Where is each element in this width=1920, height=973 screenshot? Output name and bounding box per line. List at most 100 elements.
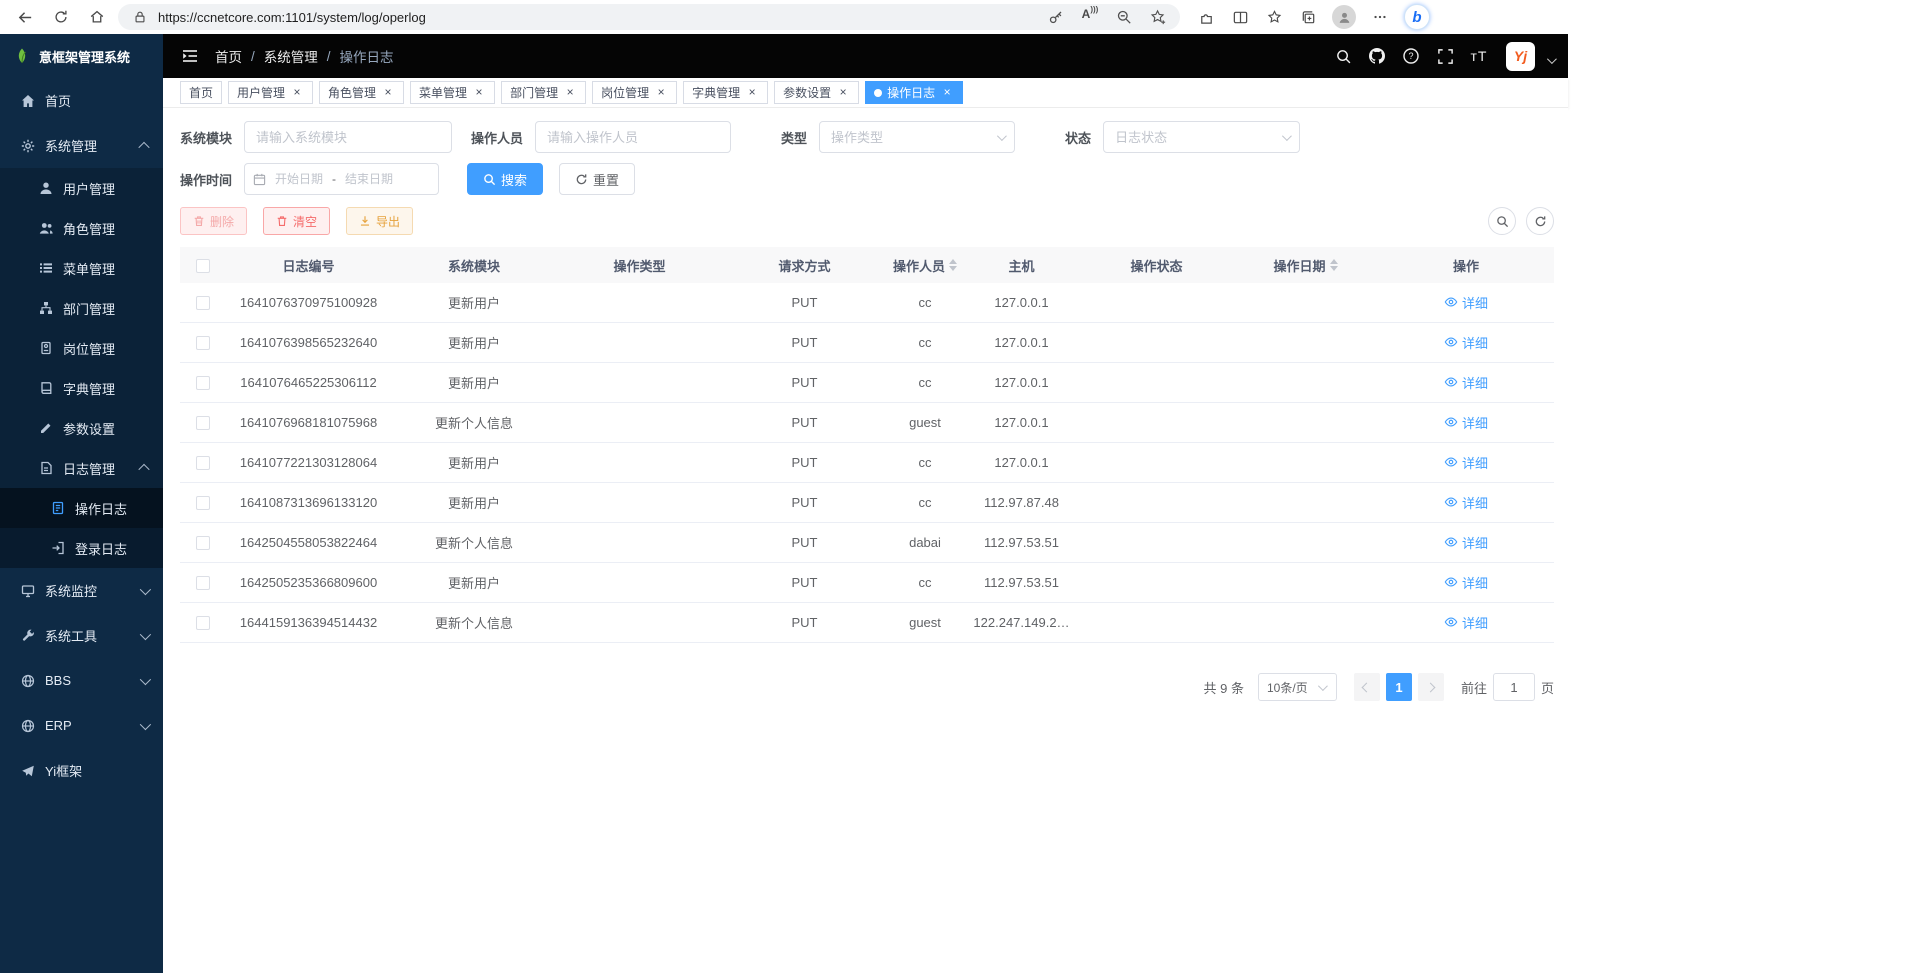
row-checkbox[interactable]	[196, 296, 210, 310]
tab-menu-mgmt[interactable]: 菜单管理×	[410, 81, 495, 104]
address-bar[interactable]: https://ccnetcore.com:1101/system/log/op…	[118, 4, 1180, 30]
sidebar-item-log-mgmt[interactable]: 日志管理	[0, 448, 163, 488]
clear-button[interactable]: 清空	[263, 207, 330, 235]
close-icon[interactable]: ×	[381, 86, 395, 100]
navbar-search-icon[interactable]	[1330, 43, 1356, 69]
row-checkbox[interactable]	[196, 416, 210, 430]
page-size-select[interactable]: 10条/页	[1258, 673, 1337, 701]
more-options-icon[interactable]	[1370, 7, 1390, 27]
avatar-caret-icon[interactable]	[1547, 54, 1557, 64]
sidebar-item-login-log[interactable]: 登录日志	[0, 528, 163, 568]
tab-dict-mgmt[interactable]: 字典管理×	[683, 81, 768, 104]
breadcrumb-system-mgmt[interactable]: 系统管理	[264, 46, 318, 66]
goto-page-input[interactable]	[1493, 673, 1535, 701]
sidebar-item-system-mgmt[interactable]: 系统管理	[0, 123, 163, 168]
collections-icon[interactable]	[1298, 7, 1318, 27]
detail-link[interactable]: 详细	[1444, 373, 1488, 392]
detail-link[interactable]: 详细	[1444, 333, 1488, 352]
bing-copilot-icon[interactable]: b	[1404, 4, 1430, 30]
row-checkbox[interactable]	[196, 336, 210, 350]
detail-link[interactable]: 详细	[1444, 453, 1488, 472]
row-checkbox[interactable]	[196, 456, 210, 470]
prev-page-button[interactable]	[1354, 673, 1380, 701]
close-icon[interactable]: ×	[836, 86, 850, 100]
fullscreen-icon[interactable]	[1432, 43, 1458, 69]
sidebar-item-param-settings[interactable]: 参数设置	[0, 408, 163, 448]
sort-icons[interactable]	[1330, 255, 1338, 275]
date-range-picker[interactable]: -	[244, 163, 439, 195]
detail-link[interactable]: 详细	[1444, 573, 1488, 592]
column-operator-sortable[interactable]: 操作人员	[893, 255, 957, 275]
row-checkbox[interactable]	[196, 496, 210, 510]
sidebar-item-home[interactable]: 首页	[0, 78, 163, 123]
sidebar-item-erp[interactable]: ERP	[0, 703, 163, 748]
page-number-button[interactable]: 1	[1386, 673, 1412, 701]
sidebar-item-post-mgmt[interactable]: 岗位管理	[0, 328, 163, 368]
sidebar-item-menu-mgmt[interactable]: 菜单管理	[0, 248, 163, 288]
tab-role-mgmt[interactable]: 角色管理×	[319, 81, 404, 104]
refresh-table-icon[interactable]	[1526, 207, 1554, 235]
sidebar-item-user-mgmt[interactable]: 用户管理	[0, 168, 163, 208]
tab-param-settings[interactable]: 参数设置×	[774, 81, 859, 104]
row-checkbox[interactable]	[196, 376, 210, 390]
reset-button[interactable]: 重置	[559, 163, 635, 195]
sidebar-item-role-mgmt[interactable]: 角色管理	[0, 208, 163, 248]
sidebar-item-system-tools[interactable]: 系统工具	[0, 613, 163, 658]
split-screen-icon[interactable]	[1230, 7, 1250, 27]
breadcrumb-home[interactable]: 首页	[215, 46, 242, 66]
sort-icons[interactable]	[949, 255, 957, 275]
detail-link[interactable]: 详细	[1444, 493, 1488, 512]
detail-link[interactable]: 详细	[1444, 533, 1488, 552]
detail-link[interactable]: 详细	[1444, 293, 1488, 312]
row-checkbox[interactable]	[196, 616, 210, 630]
extensions-icon[interactable]	[1196, 7, 1216, 27]
column-date-sortable[interactable]: 操作日期	[1273, 255, 1337, 275]
close-icon[interactable]: ×	[654, 86, 668, 100]
tab-post-mgmt[interactable]: 岗位管理×	[592, 81, 677, 104]
browser-profile-avatar[interactable]	[1332, 5, 1356, 29]
read-aloud-icon[interactable]: A)))	[1080, 7, 1100, 27]
next-page-button[interactable]	[1418, 673, 1444, 701]
sidebar-item-dept-mgmt[interactable]: 部门管理	[0, 288, 163, 328]
tab-home[interactable]: 首页	[180, 81, 222, 104]
avatar[interactable]: Yj	[1506, 42, 1535, 71]
tab-dept-mgmt[interactable]: 部门管理×	[501, 81, 586, 104]
sidebar-item-yi-framework[interactable]: Yi框架	[0, 748, 163, 793]
module-filter-input[interactable]	[244, 121, 452, 153]
refresh-icon[interactable]	[46, 4, 76, 30]
help-icon[interactable]: ?	[1398, 43, 1424, 69]
tab-operation-log[interactable]: 操作日志×	[865, 81, 963, 104]
select-all-checkbox[interactable]	[196, 259, 210, 273]
sidebar-item-bbs[interactable]: BBS	[0, 658, 163, 703]
close-icon[interactable]: ×	[563, 86, 577, 100]
favorites-bar-icon[interactable]	[1264, 7, 1284, 27]
font-size-icon[interactable]: тT	[1466, 43, 1492, 69]
close-icon[interactable]: ×	[940, 86, 954, 100]
sidebar-toggle-icon[interactable]	[177, 43, 203, 69]
row-checkbox[interactable]	[196, 576, 210, 590]
row-checkbox[interactable]	[196, 536, 210, 550]
close-icon[interactable]: ×	[290, 86, 304, 100]
status-filter-select[interactable]	[1103, 121, 1300, 153]
search-button[interactable]: 搜索	[467, 163, 543, 195]
toggle-search-icon[interactable]	[1488, 207, 1516, 235]
github-icon[interactable]	[1364, 43, 1390, 69]
start-date-input[interactable]	[270, 172, 328, 186]
favorite-star-add-icon[interactable]	[1148, 7, 1168, 27]
type-filter-select[interactable]	[819, 121, 1015, 153]
detail-link[interactable]: 详细	[1444, 613, 1488, 632]
export-button[interactable]: 导出	[346, 207, 413, 235]
close-icon[interactable]: ×	[745, 86, 759, 100]
operator-filter-input[interactable]	[535, 121, 731, 153]
url-text[interactable]: https://ccnetcore.com:1101/system/log/op…	[158, 10, 1038, 25]
tab-user-mgmt[interactable]: 用户管理×	[228, 81, 313, 104]
sidebar-item-operation-log[interactable]: 操作日志	[0, 488, 163, 528]
sidebar-item-system-monitor[interactable]: 系统监控	[0, 568, 163, 613]
sidebar-item-dict-mgmt[interactable]: 字典管理	[0, 368, 163, 408]
close-icon[interactable]: ×	[472, 86, 486, 100]
home-icon[interactable]	[82, 4, 112, 30]
zoom-out-icon[interactable]	[1114, 7, 1134, 27]
password-key-icon[interactable]	[1046, 7, 1066, 27]
end-date-input[interactable]	[340, 172, 398, 186]
delete-button[interactable]: 删除	[180, 207, 247, 235]
